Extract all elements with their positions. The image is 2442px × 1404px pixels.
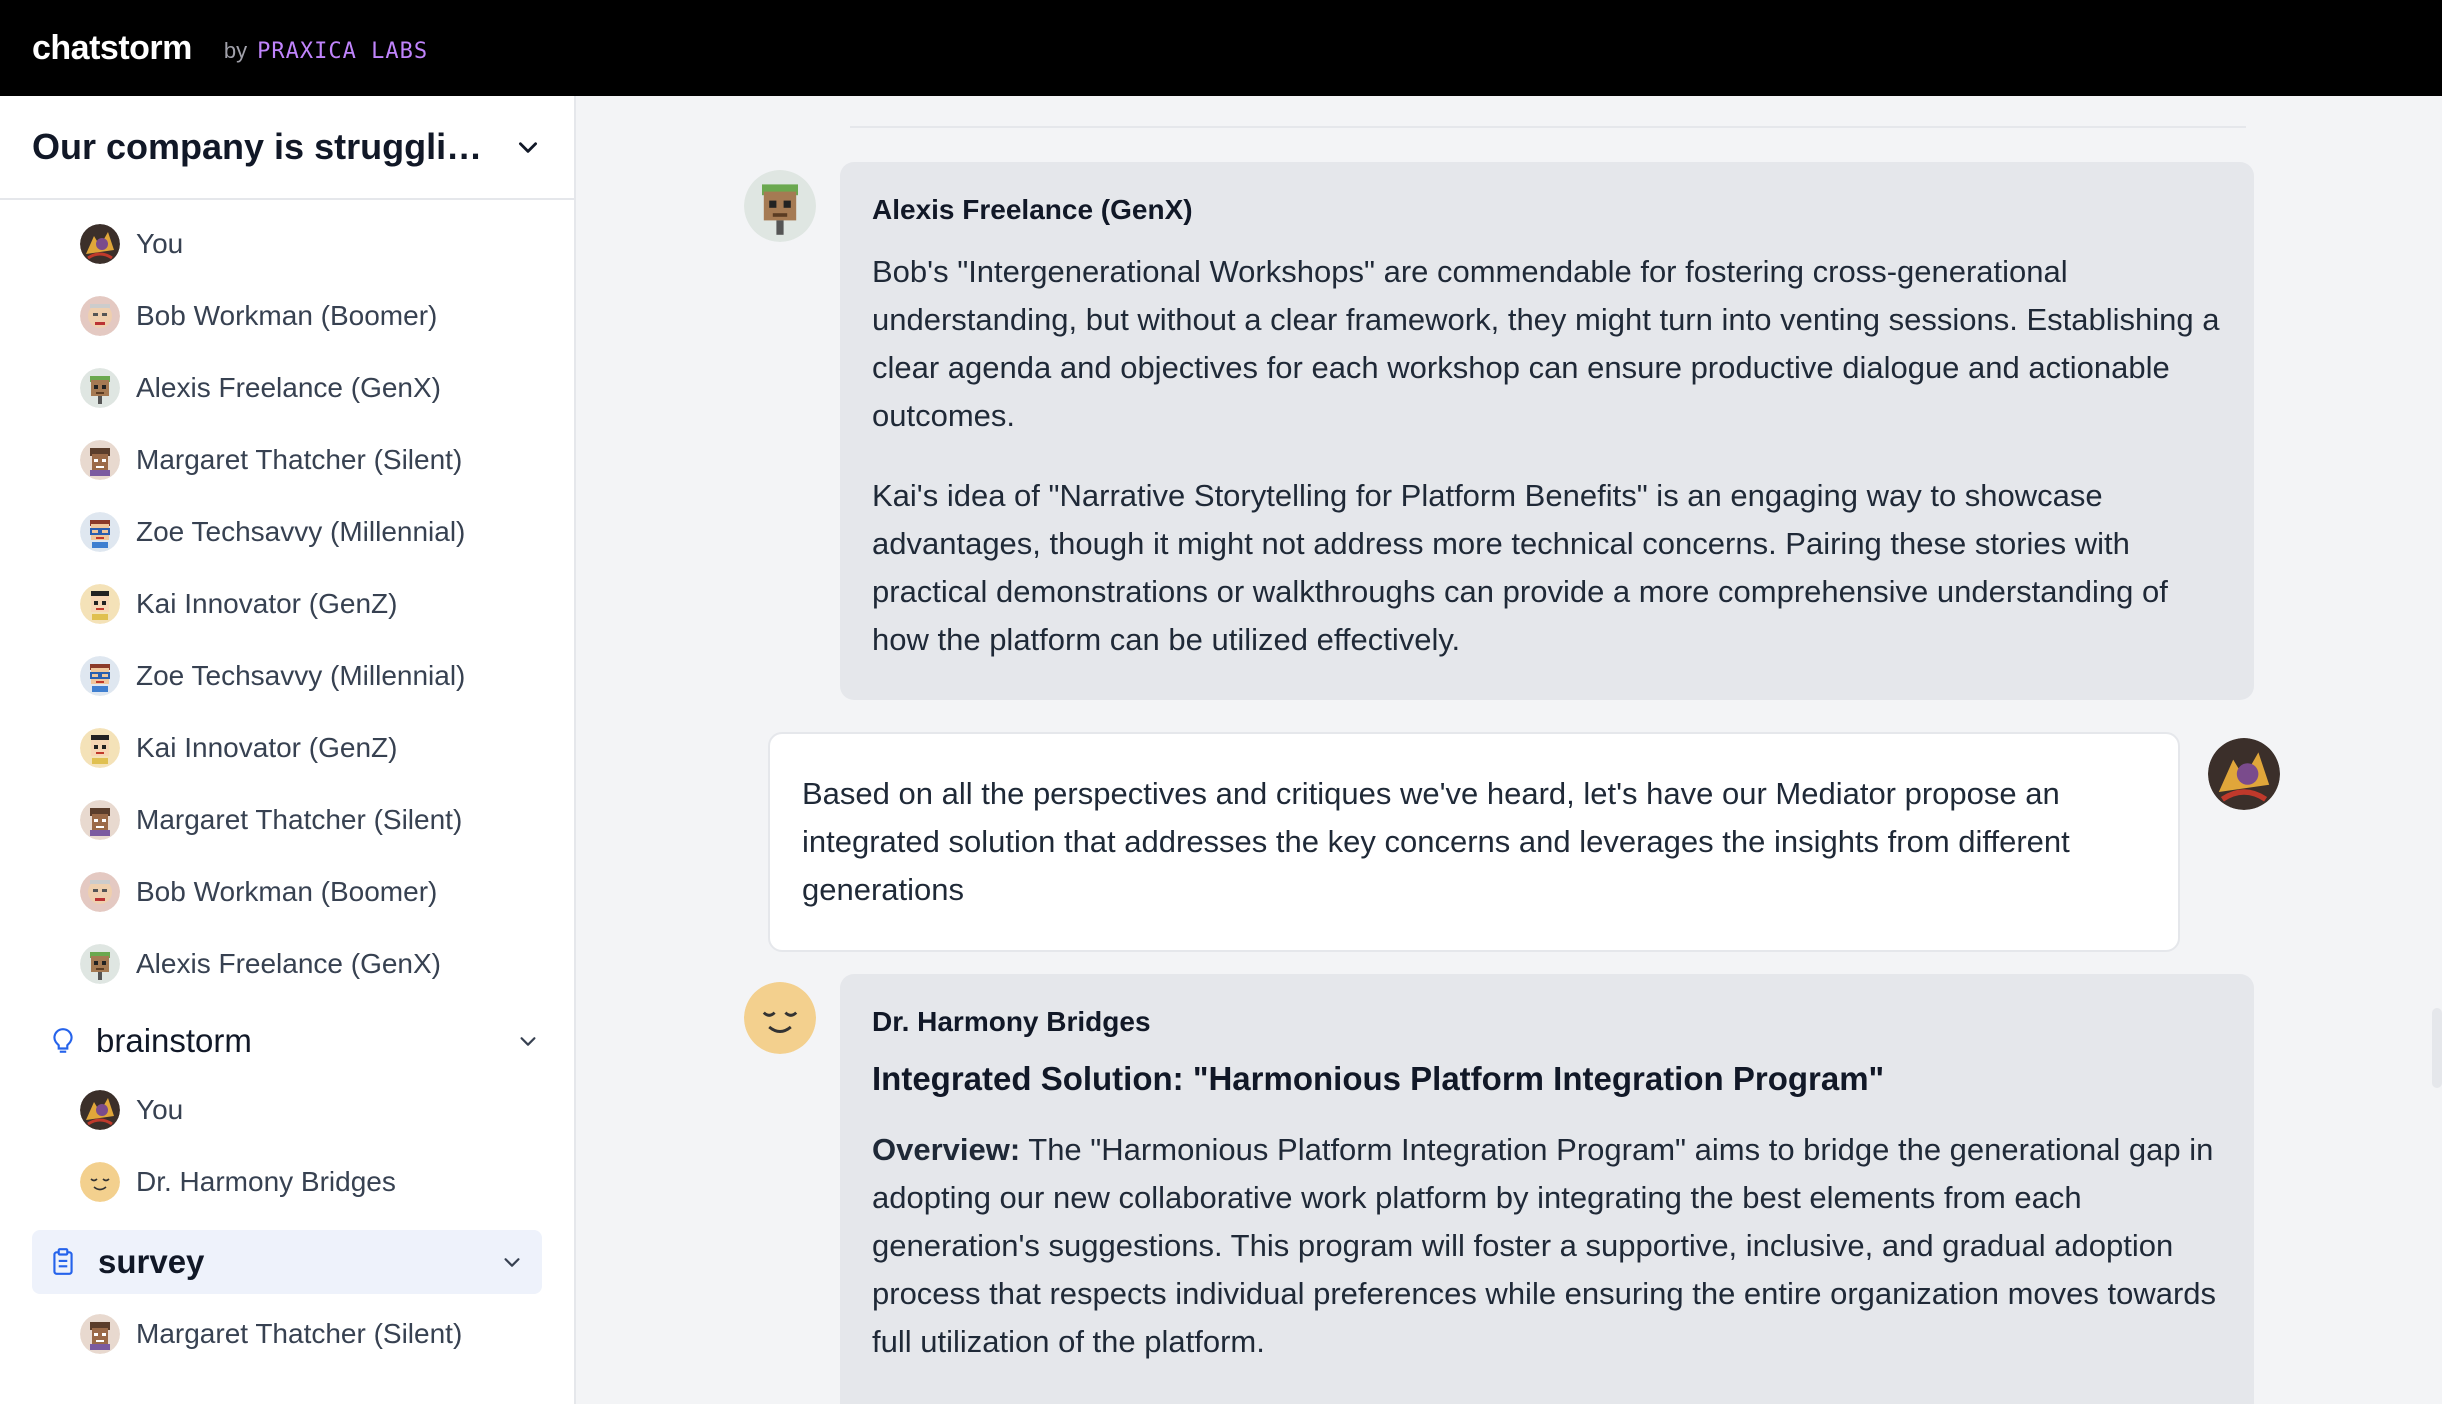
participant-item[interactable]: You xyxy=(0,208,574,280)
group-survey[interactable]: survey xyxy=(32,1230,542,1294)
participant-name: Kai Innovator (GenZ) xyxy=(136,588,398,619)
participant-item[interactable]: Margaret Thatcher (Silent) xyxy=(0,784,574,856)
avatar xyxy=(80,440,120,480)
avatar xyxy=(80,512,120,552)
lightbulb-icon xyxy=(48,1026,78,1056)
conversation-header[interactable]: Our company is struggli… xyxy=(0,96,574,200)
message-paragraph: Kai's idea of "Narrative Storytelling fo… xyxy=(872,478,2168,657)
participant-name: Bob Workman (Boomer) xyxy=(136,300,438,331)
participant-list: You Bob Workman (Boomer) Alexis Freelanc… xyxy=(0,200,574,1000)
avatar xyxy=(80,224,120,264)
participant-item[interactable]: Zoe Techsavvy (Millennial) xyxy=(0,496,574,568)
participant-name: Kai Innovator (GenZ) xyxy=(136,732,398,763)
chevron-down-icon[interactable] xyxy=(514,133,542,161)
message-bubble: Dr. Harmony Bridges Integrated Solution:… xyxy=(840,974,2254,1404)
avatar xyxy=(80,800,120,840)
participant-item[interactable]: Margaret Thatcher (Silent) xyxy=(0,1298,574,1370)
participant-item[interactable]: Dr. Harmony Bridges xyxy=(0,1146,574,1218)
avatar xyxy=(744,170,816,242)
avatar xyxy=(80,656,120,696)
company-name[interactable]: PRAXICA LABS xyxy=(257,39,428,64)
avatar xyxy=(2208,738,2280,810)
message-paragraph: Overview: The "Harmonious Platform Integ… xyxy=(872,1126,2222,1366)
avatar xyxy=(80,1314,120,1354)
participant-item[interactable]: You xyxy=(0,1074,574,1146)
participant-name: Zoe Techsavvy (Millennial) xyxy=(136,660,466,691)
participant-name: You xyxy=(136,228,184,259)
avatar xyxy=(80,944,120,984)
message-paragraph: Bob's "Intergenerational Workshops" are … xyxy=(872,254,2220,433)
sidebar: Our company is struggli… You Bob Workman… xyxy=(0,96,576,1404)
participant-item[interactable]: Margaret Thatcher (Silent) xyxy=(0,424,574,496)
group-label: survey xyxy=(98,1243,205,1280)
overview-text: The "Harmonious Platform Integration Pro… xyxy=(872,1132,2217,1359)
scrollbar-thumb[interactable] xyxy=(2432,1008,2442,1088)
participant-item[interactable]: Zoe Techsavvy (Millennial) xyxy=(0,640,574,712)
overview-label: Overview: xyxy=(872,1132,1021,1167)
avatar xyxy=(80,296,120,336)
avatar xyxy=(744,982,816,1054)
avatar xyxy=(80,728,120,768)
message-sender: Alexis Freelance (GenX) xyxy=(872,194,1193,225)
avatar xyxy=(80,1162,120,1202)
avatar xyxy=(80,584,120,624)
conversation-title: Our company is struggli… xyxy=(32,126,483,167)
participant-name: Zoe Techsavvy (Millennial) xyxy=(136,516,466,547)
participant-item[interactable]: Bob Workman (Boomer) xyxy=(0,856,574,928)
group-member-list: You Dr. Harmony Bridges xyxy=(0,1074,574,1218)
avatar xyxy=(80,1090,120,1130)
participant-item[interactable]: Bob Workman (Boomer) xyxy=(0,280,574,352)
message-heading: Integrated Solution: "Harmonious Platfor… xyxy=(872,1060,1885,1097)
chevron-down-icon[interactable] xyxy=(498,1248,526,1276)
group-brainstorm[interactable]: brainstorm xyxy=(0,1008,574,1074)
participant-item[interactable]: Kai Innovator (GenZ) xyxy=(0,568,574,640)
group-label: brainstorm xyxy=(96,1022,252,1059)
participant-name: Bob Workman (Boomer) xyxy=(136,876,438,907)
participant-name: Margaret Thatcher (Silent) xyxy=(136,444,463,475)
clipboard-icon xyxy=(48,1247,78,1277)
avatar xyxy=(80,368,120,408)
participant-name: You xyxy=(136,1094,184,1125)
divider xyxy=(850,126,2246,128)
participant-name: Alexis Freelance (GenX) xyxy=(136,948,442,979)
participant-name: Margaret Thatcher (Silent) xyxy=(136,1318,463,1349)
message-sender: Dr. Harmony Bridges xyxy=(872,1006,1151,1037)
app-logo[interactable]: chatstorm xyxy=(32,29,192,68)
participant-name: Margaret Thatcher (Silent) xyxy=(136,804,463,835)
participant-item[interactable]: Kai Innovator (GenZ) xyxy=(0,712,574,784)
message-paragraph: Based on all the perspectives and critiq… xyxy=(802,776,2070,907)
group-member-list: Margaret Thatcher (Silent) xyxy=(0,1294,574,1370)
participant-name: Alexis Freelance (GenX) xyxy=(136,372,442,403)
participant-item[interactable]: Alexis Freelance (GenX) xyxy=(0,352,574,424)
by-label: by xyxy=(223,38,248,63)
participant-item[interactable]: Alexis Freelance (GenX) xyxy=(0,928,574,1000)
chevron-down-icon[interactable] xyxy=(514,1027,542,1055)
top-bar: chatstorm by PRAXICA LABS xyxy=(0,0,2442,96)
chat-area[interactable]: Alexis Freelance (GenX) Bob's "Intergene… xyxy=(578,96,2442,1404)
user-message-bubble: Based on all the perspectives and critiq… xyxy=(768,732,2180,952)
message-bubble: Alexis Freelance (GenX) Bob's "Intergene… xyxy=(840,162,2254,700)
avatar xyxy=(80,872,120,912)
participant-name: Dr. Harmony Bridges xyxy=(136,1166,396,1197)
